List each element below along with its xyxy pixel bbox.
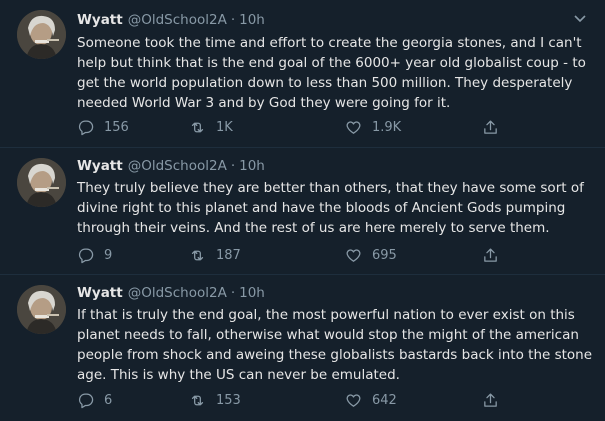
avatar[interactable] — [17, 158, 66, 207]
tweet-actions: 156 1K 1.9K — [77, 117, 605, 137]
like-button[interactable]: 695 — [345, 245, 397, 265]
tweet-text-line: They truly believe they are better than … — [77, 180, 584, 196]
tweet-actions: 9 187 695 — [77, 245, 605, 265]
like-count: 642 — [372, 392, 397, 408]
avatar[interactable] — [17, 285, 66, 334]
tweet-text: Someone took the time and effort to crea… — [77, 33, 587, 113]
timestamp[interactable]: 10h — [239, 12, 265, 28]
retweet-count: 1K — [216, 119, 233, 135]
tweet-header: Wyatt @OldSchool2A · 10h — [77, 285, 565, 305]
retweet-button[interactable]: 1K — [189, 117, 233, 137]
retweet-count: 153 — [216, 392, 241, 408]
like-count: 1.9K — [372, 119, 402, 135]
retweet-icon — [191, 250, 204, 260]
user-handle[interactable]: @OldSchool2A — [128, 12, 227, 28]
tweet-text-line: people from shock and aweing these globa… — [77, 347, 593, 363]
reply-icon — [78, 247, 94, 263]
retweet-icon — [191, 395, 204, 405]
tweet-text-line: Someone took the time and effort to crea… — [77, 35, 582, 51]
display-name[interactable]: Wyatt — [77, 12, 123, 28]
user-handle[interactable]: @OldSchool2A — [128, 285, 227, 301]
tweet-text-line: planet needs to fall, otherwise what wou… — [77, 327, 579, 343]
display-name[interactable]: Wyatt — [77, 285, 123, 301]
share-button[interactable] — [482, 117, 499, 137]
share-button[interactable] — [482, 245, 499, 265]
tweet-actions: 6 153 642 — [77, 390, 605, 410]
share-icon — [484, 119, 497, 134]
tweet[interactable]: Wyatt @OldSchool2A · 10h If that is trul… — [0, 275, 605, 421]
avatar[interactable] — [17, 10, 66, 59]
share-icon — [484, 392, 497, 407]
reply-count: 156 — [104, 119, 129, 135]
retweet-button[interactable]: 187 — [189, 245, 241, 265]
separator-dot: · — [230, 285, 236, 301]
reply-button[interactable]: 6 — [77, 390, 112, 410]
reply-icon — [78, 392, 94, 408]
retweet-count: 187 — [216, 247, 241, 263]
tweet-text-line: through their veins. And the rest of us … — [77, 220, 550, 236]
tweet[interactable]: Wyatt @OldSchool2A · 10h Someone took th… — [0, 0, 605, 148]
tweet-text-line: divine right to this planet and have the… — [77, 200, 566, 216]
reply-button[interactable]: 156 — [77, 117, 129, 137]
reply-button[interactable]: 9 — [77, 245, 112, 265]
like-button[interactable]: 642 — [345, 390, 397, 410]
heart-icon — [346, 393, 361, 407]
tweet-text-line: If that is truly the end goal, the most … — [77, 307, 575, 323]
like-count: 695 — [372, 247, 397, 263]
reply-count: 6 — [104, 392, 113, 408]
tweet-header: Wyatt @OldSchool2A · 10h — [77, 12, 565, 32]
user-handle[interactable]: @OldSchool2A — [128, 158, 227, 174]
tweet-text: If that is truly the end goal, the most … — [77, 305, 593, 385]
tweet-text: They truly believe they are better than … — [77, 178, 587, 238]
retweet-button[interactable]: 153 — [189, 390, 241, 410]
retweet-icon — [191, 122, 204, 132]
like-button[interactable]: 1.9K — [345, 117, 401, 137]
separator-dot: · — [230, 158, 236, 174]
share-icon — [484, 247, 497, 262]
tweet-text-line: age. This is why the US can never be emu… — [77, 367, 400, 383]
timestamp[interactable]: 10h — [239, 158, 265, 174]
tweet-header: Wyatt @OldSchool2A · 10h — [77, 158, 565, 178]
separator-dot: · — [230, 12, 236, 28]
reply-icon — [78, 119, 94, 135]
display-name[interactable]: Wyatt — [77, 158, 123, 174]
chevron-down-icon[interactable] — [573, 11, 587, 25]
tweet-text-line: needed World War 3 and by God they were … — [77, 95, 451, 111]
timestamp[interactable]: 10h — [239, 285, 265, 301]
tweet[interactable]: Wyatt @OldSchool2A · 10h They truly beli… — [0, 148, 605, 275]
tweet-text-line: help but think that is the end goal of t… — [77, 55, 586, 71]
heart-icon — [346, 248, 361, 262]
heart-icon — [346, 120, 361, 134]
tweet-text-line: get the world population down to less th… — [77, 75, 573, 91]
tweet-thread: Wyatt @OldSchool2A · 10h Someone took th… — [0, 0, 605, 421]
reply-count: 9 — [104, 247, 113, 263]
share-button[interactable] — [482, 390, 499, 410]
